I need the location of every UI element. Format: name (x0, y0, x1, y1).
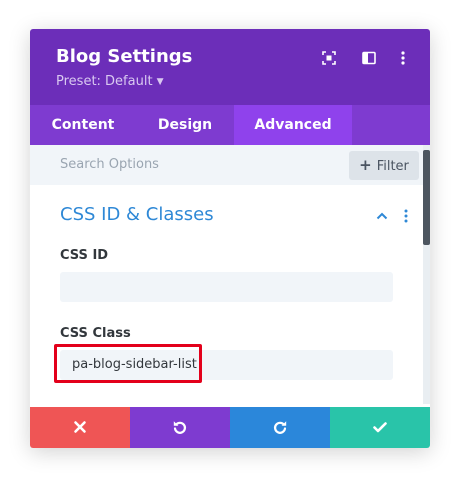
css-id-field[interactable] (60, 272, 393, 302)
preset-selector[interactable]: Preset: Default ▼ (56, 74, 163, 89)
sidebar-toggle-icon[interactable] (361, 50, 377, 66)
fullscreen-icon[interactable] (321, 50, 337, 66)
filter-button[interactable]: + Filter (349, 151, 419, 180)
close-icon (74, 421, 86, 433)
save-button[interactable] (330, 407, 430, 448)
search-input[interactable]: Search Options (60, 157, 159, 172)
redo-icon (273, 421, 287, 434)
more-options-icon[interactable] (395, 50, 411, 66)
section-title[interactable]: CSS ID & Classes (60, 204, 214, 225)
blog-settings-modal: Blog Settings Preset: Default ▼ Content D… (30, 29, 430, 448)
scrollbar-thumb[interactable] (423, 150, 430, 245)
css-id-label: CSS ID (60, 248, 109, 263)
redo-button[interactable] (230, 407, 330, 448)
modal-title: Blog Settings (56, 46, 193, 67)
section-more-icon[interactable] (398, 208, 414, 224)
tab-content[interactable]: Content (30, 105, 136, 145)
css-class-field[interactable]: pa-blog-sidebar-list (60, 350, 393, 380)
tab-design[interactable]: Design (136, 105, 234, 145)
modal-header: Blog Settings Preset: Default ▼ (30, 29, 430, 105)
caret-down-icon: ▼ (156, 77, 164, 87)
search-bar: Search Options + Filter (30, 145, 430, 185)
plus-icon: + (359, 156, 372, 174)
undo-icon (173, 421, 187, 434)
filter-label: Filter (376, 159, 409, 174)
preset-label: Preset: Default (56, 74, 153, 89)
tab-advanced[interactable]: Advanced (234, 105, 352, 145)
cancel-button[interactable] (30, 407, 130, 448)
tab-bar: Content Design Advanced (30, 105, 430, 145)
chevron-up-icon[interactable] (375, 209, 389, 223)
checkmark-icon (373, 422, 387, 433)
modal-footer (30, 407, 430, 448)
undo-button[interactable] (130, 407, 230, 448)
css-class-label: CSS Class (60, 326, 131, 341)
